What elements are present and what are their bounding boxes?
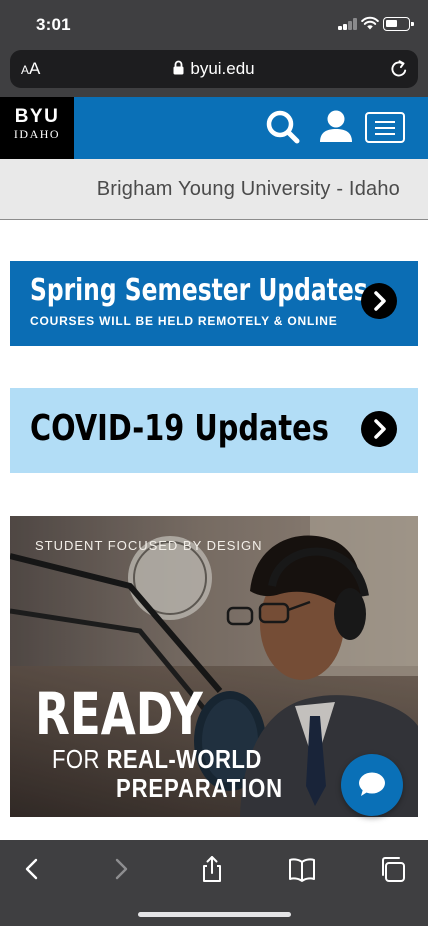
share-icon[interactable] [197, 854, 227, 884]
site-header: BYU IDAHO [0, 97, 428, 159]
spring-semester-updates-banner[interactable]: Spring Semester Updates COURSES WILL BE … [10, 261, 418, 346]
battery-icon [383, 17, 414, 31]
status-time: 3:01 [36, 15, 71, 34]
cellular-signal-icon [338, 18, 358, 30]
hero-subheadline-line3: PREPARATION [116, 773, 283, 803]
hero-subheadline: FOR REAL-WORLD [52, 744, 262, 774]
university-name: Brigham Young University - Idaho [96, 178, 400, 200]
spring-banner-subtitle: COURSES WILL BE HELD REMOTELY & ONLINE [30, 314, 338, 328]
browser-chrome-top: 3:01 AA byui.edu [0, 0, 428, 97]
chevron-right-icon[interactable] [361, 283, 397, 319]
university-name-bar: Brigham Young University - Idaho [0, 159, 428, 220]
back-icon[interactable] [17, 854, 47, 884]
chevron-right-icon[interactable] [361, 411, 397, 447]
wifi-icon [361, 16, 379, 30]
tabs-icon[interactable] [378, 854, 408, 884]
chat-button[interactable] [341, 754, 403, 816]
status-bar: 3:01 [0, 0, 428, 46]
covid-banner-title: COVID-19 Updates [30, 408, 329, 449]
forward-icon[interactable] [106, 854, 136, 884]
address-bar[interactable]: AA byui.edu [10, 50, 418, 88]
search-icon[interactable] [265, 109, 301, 145]
reload-icon[interactable] [389, 59, 409, 79]
byui-logo[interactable]: BYU IDAHO [0, 97, 74, 159]
bookmarks-icon[interactable] [287, 854, 317, 884]
chat-bubble-icon [359, 772, 385, 796]
menu-button[interactable] [365, 112, 405, 143]
user-account-icon[interactable] [318, 108, 354, 144]
hero-tagline: STUDENT FOCUSED BY DESIGN [35, 538, 263, 553]
covid-19-updates-banner[interactable]: COVID-19 Updates [10, 388, 418, 473]
spring-banner-title: Spring Semester Updates [30, 273, 368, 308]
home-indicator [138, 912, 291, 917]
url-domain: byui.edu [190, 59, 255, 78]
url-text[interactable]: byui.edu [10, 59, 418, 79]
lock-icon [173, 60, 184, 75]
hero-headline: READY [35, 680, 203, 748]
